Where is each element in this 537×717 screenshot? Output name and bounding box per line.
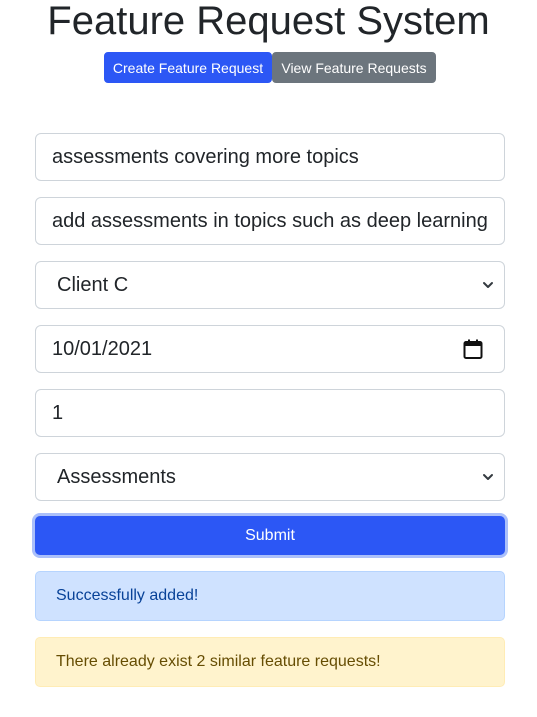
submit-button[interactable]: Submit	[35, 516, 505, 555]
chevron-down-icon	[483, 282, 493, 288]
page-title: Feature Request System	[47, 0, 490, 43]
calendar-icon[interactable]	[462, 338, 484, 360]
title-input[interactable]: assessments covering more topics	[35, 133, 505, 181]
product-area-select[interactable]: Assessments	[35, 453, 505, 501]
target-date-input[interactable]: 10/01/2021	[35, 325, 505, 373]
priority-input[interactable]: 1	[35, 389, 505, 437]
success-alert: Successfully added!	[35, 571, 505, 621]
product-area-select-value: Assessments	[57, 465, 176, 488]
client-select-value: Client C	[57, 273, 129, 296]
view-feature-requests-button[interactable]: View Feature Requests	[272, 52, 436, 83]
priority-input-value: 1	[52, 401, 64, 424]
warning-alert: There already exist 2 similar feature re…	[35, 637, 505, 687]
nav-button-group: Create Feature Request View Feature Requ…	[104, 52, 436, 83]
create-feature-request-button[interactable]: Create Feature Request	[104, 52, 272, 83]
client-select[interactable]: Client C	[35, 261, 505, 309]
chevron-down-icon	[483, 474, 493, 480]
description-input[interactable]: add assessments in topics such as deep l…	[35, 197, 505, 245]
description-input-value: add assessments in topics such as deep l…	[52, 209, 488, 232]
feature-request-page: Feature Request System Create Feature Re…	[0, 0, 537, 717]
target-date-value: 10/01/2021	[52, 337, 153, 360]
title-input-value: assessments covering more topics	[52, 145, 359, 168]
